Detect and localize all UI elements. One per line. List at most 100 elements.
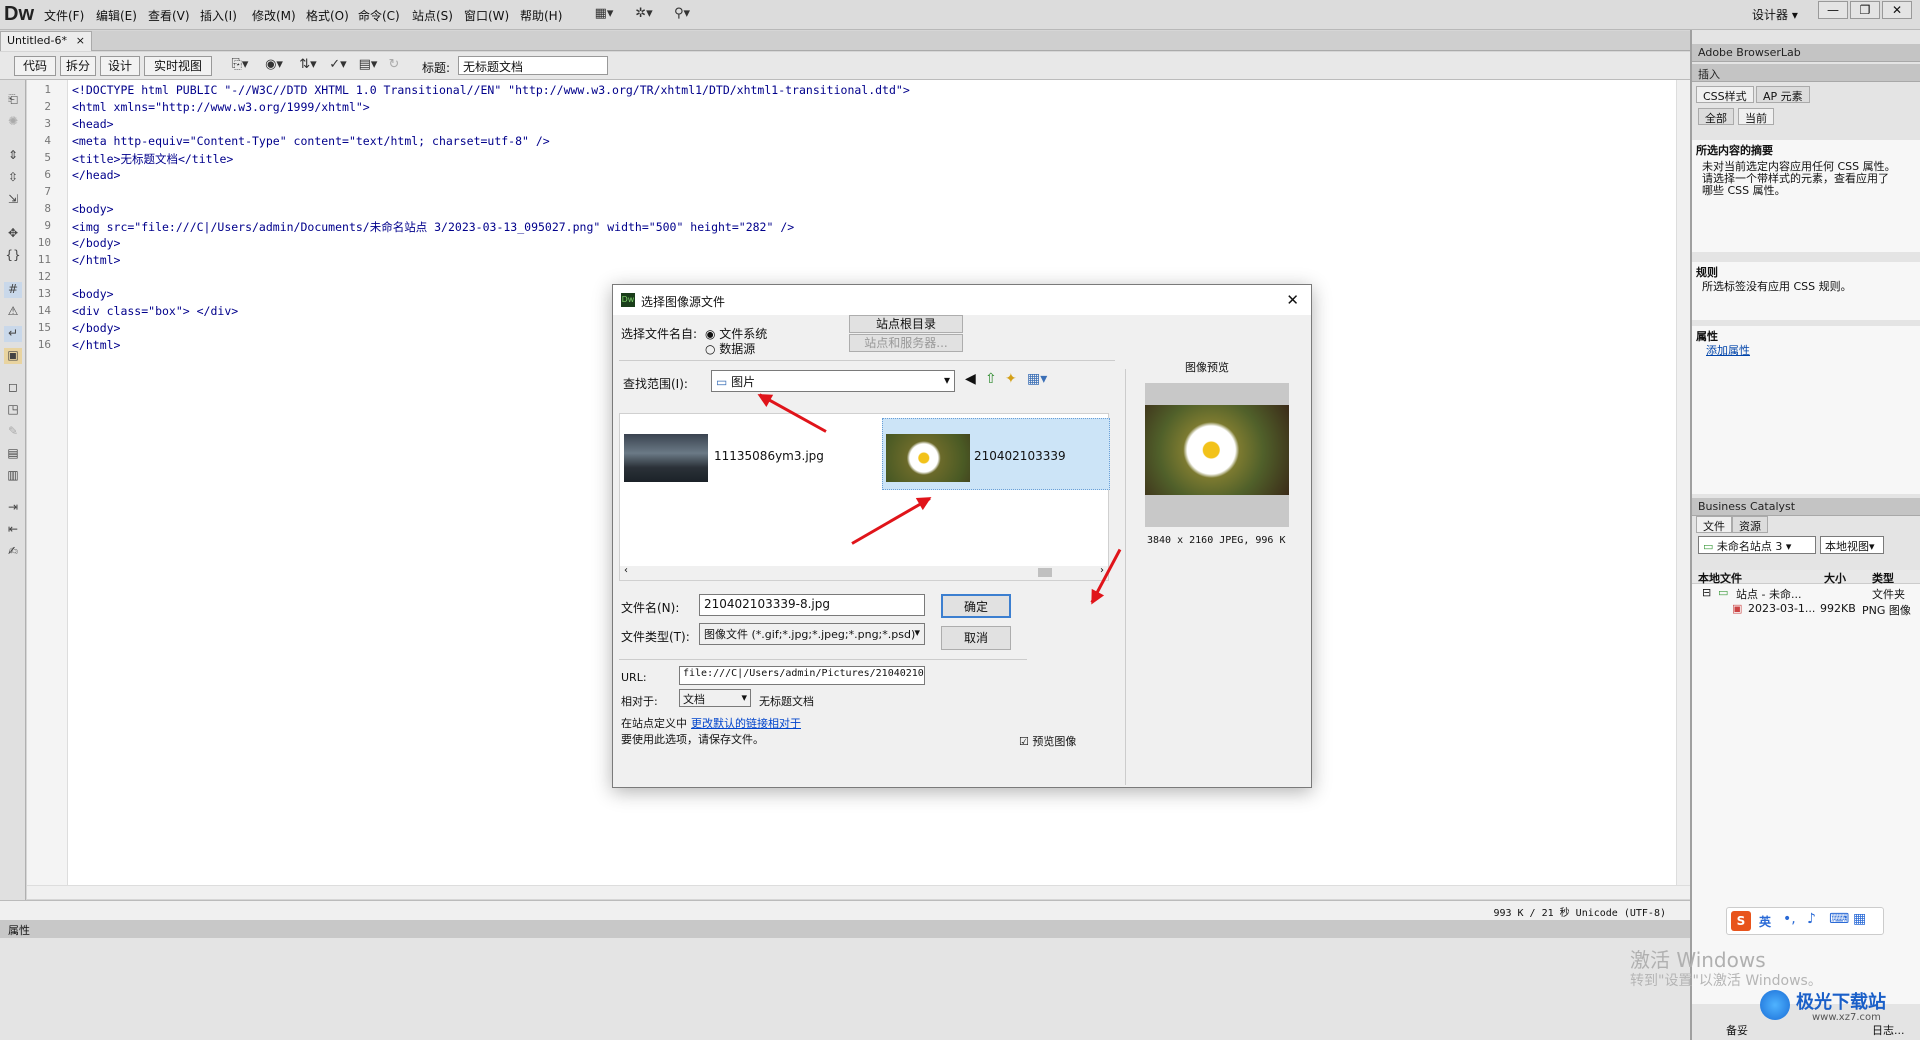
menu-commands[interactable]: 命令(C): [358, 7, 400, 24]
recent-snippets-icon[interactable]: ▤: [4, 446, 22, 462]
ime-toolbar[interactable]: S 英 •, ♪ ⌨ ▦: [1726, 907, 1884, 935]
collapse-tag-icon[interactable]: ⇕: [4, 148, 22, 164]
file-row-name[interactable]: 2023-03-1...: [1748, 602, 1815, 615]
add-property-link[interactable]: 添加属性: [1706, 342, 1750, 358]
file-transfer-icon[interactable]: ⇅▾: [296, 57, 320, 75]
open-documents-icon[interactable]: ⎗: [4, 92, 22, 108]
site-root-button[interactable]: 站点根目录: [849, 315, 963, 333]
site-server-button[interactable]: 站点和服务器...: [849, 334, 963, 352]
editor-vertical-scrollbar[interactable]: [1676, 80, 1690, 885]
indent-icon[interactable]: ⇥: [4, 500, 22, 516]
insert-panel-header[interactable]: 插入: [1692, 64, 1920, 82]
menu-format[interactable]: 格式(O): [306, 7, 349, 24]
menu-file[interactable]: 文件(F): [44, 7, 84, 24]
microphone-icon[interactable]: ♪: [1807, 911, 1816, 927]
filetype-select[interactable]: 图像文件 (*.gif;*.jpg;*.jpeg;*.png;*.psd) ▾: [699, 623, 925, 645]
dialog-close-icon[interactable]: ✕: [1286, 291, 1299, 309]
column-size[interactable]: 大小: [1824, 570, 1846, 586]
format-source-icon[interactable]: ✍: [4, 544, 22, 560]
menu-window[interactable]: 窗口(W): [464, 7, 509, 24]
menu-site[interactable]: 站点(S): [412, 7, 453, 24]
view-select[interactable]: 本地视图▾: [1820, 536, 1884, 554]
back-icon[interactable]: ◀: [965, 371, 976, 387]
remove-comment-icon[interactable]: ◳: [4, 402, 22, 418]
ok-button[interactable]: 确定: [941, 594, 1011, 618]
layout-icon[interactable]: ▦▾: [592, 6, 616, 24]
minimize-button[interactable]: —: [1818, 1, 1848, 19]
file-browser[interactable]: 11135086ym3.jpg 210402103339 ‹ ›: [619, 413, 1110, 581]
tab-assets[interactable]: 资源: [1732, 516, 1768, 533]
tab-current[interactable]: 当前: [1738, 108, 1774, 125]
file-item-name[interactable]: 11135086ym3.jpg: [714, 449, 824, 463]
split-view-button[interactable]: 拆分: [60, 56, 96, 76]
tab-ap-elements[interactable]: AP 元素: [1756, 86, 1810, 103]
properties-panel-header[interactable]: 属性: [0, 920, 1690, 938]
site-select[interactable]: ▭ 未命名站点 3 ▾: [1698, 536, 1816, 554]
show-code-navigator-icon[interactable]: ✺: [4, 114, 22, 130]
code-view-button[interactable]: 代码: [14, 56, 56, 76]
keyboard-icon[interactable]: ⌨: [1829, 911, 1849, 927]
relative-select[interactable]: 文档 ▾: [679, 689, 751, 707]
column-type[interactable]: 类型: [1872, 570, 1894, 586]
preview-browser-icon[interactable]: ◉▾: [262, 57, 286, 75]
filename-input[interactable]: 210402103339-8.jpg: [699, 594, 925, 616]
change-default-link[interactable]: 更改默认的链接相对于: [691, 715, 801, 731]
file-row-name[interactable]: 站点 - 未命...: [1736, 586, 1801, 602]
cancel-button[interactable]: 取消: [941, 626, 1011, 650]
file-browser-scrollbar[interactable]: ‹ ›: [620, 565, 1108, 580]
menu-insert[interactable]: 插入(I): [200, 7, 237, 24]
word-wrap-icon[interactable]: ↵: [4, 326, 22, 342]
live-view-button[interactable]: 实时视图: [144, 56, 212, 76]
expand-icon[interactable]: ⊟: [1702, 586, 1711, 599]
wrap-tag-icon[interactable]: ✎: [4, 424, 22, 440]
browserlab-panel-header[interactable]: Adobe BrowserLab: [1692, 44, 1920, 62]
tab-all[interactable]: 全部: [1698, 108, 1734, 125]
move-css-icon[interactable]: ▥: [4, 468, 22, 484]
document-tab[interactable]: Untitled-6* ×: [0, 31, 92, 51]
visual-aids-icon[interactable]: ▤▾: [356, 57, 380, 75]
punctuation-icon[interactable]: •,: [1783, 911, 1796, 927]
tab-css-styles[interactable]: CSS样式: [1696, 86, 1754, 103]
close-window-button[interactable]: ✕: [1882, 1, 1912, 19]
new-folder-icon[interactable]: ✦: [1005, 371, 1017, 387]
editor-horizontal-scrollbar[interactable]: [27, 885, 1690, 899]
expand-all-icon[interactable]: ⇲: [4, 192, 22, 208]
url-input[interactable]: file:///C|/Users/admin/Pictures/21040210…: [679, 666, 925, 685]
balance-braces-icon[interactable]: {}: [4, 248, 22, 264]
line-numbers-icon[interactable]: #: [4, 282, 22, 298]
file-item-name[interactable]: 210402103339: [974, 449, 1066, 463]
view-menu-icon[interactable]: ▦▾: [1027, 371, 1047, 387]
menu-help[interactable]: 帮助(H): [520, 7, 562, 24]
select-parent-tag-icon[interactable]: ✥: [4, 226, 22, 242]
lookin-select[interactable]: ▭ 图片 ▾: [711, 370, 955, 392]
title-input[interactable]: 无标题文档: [458, 56, 608, 75]
column-local-files[interactable]: 本地文件: [1698, 570, 1742, 586]
file-thumbnail[interactable]: [886, 434, 970, 482]
outdent-icon[interactable]: ⇤: [4, 522, 22, 538]
radio-datasource[interactable]: ○ 数据源: [705, 340, 755, 357]
gear-icon[interactable]: ✲▾: [632, 6, 656, 24]
scroll-right-icon[interactable]: ›: [1100, 565, 1104, 576]
restore-button[interactable]: ❐: [1850, 1, 1880, 19]
workspace-switcher[interactable]: 设计器 ▾: [1752, 6, 1798, 23]
syntax-coloring-icon[interactable]: ▣: [4, 348, 22, 364]
multiscreen-icon[interactable]: ⎘▾: [228, 57, 252, 75]
validate-icon[interactable]: ✓▾: [326, 57, 350, 75]
highlight-invalid-icon[interactable]: ⚠: [4, 304, 22, 320]
collapse-selection-icon[interactable]: ⇳: [4, 170, 22, 186]
menu-view[interactable]: 查看(V): [148, 7, 190, 24]
tab-files[interactable]: 文件: [1696, 516, 1732, 533]
business-catalyst-header[interactable]: Business Catalyst: [1692, 498, 1920, 516]
toolbox-icon[interactable]: ▦: [1853, 911, 1866, 927]
file-thumbnail[interactable]: [624, 434, 708, 482]
menu-edit[interactable]: 编辑(E): [96, 7, 137, 24]
scroll-thumb[interactable]: [1038, 568, 1052, 577]
refresh-icon[interactable]: ↻: [382, 57, 406, 75]
sitemap-icon[interactable]: ⚲▾: [670, 6, 694, 24]
design-view-button[interactable]: 设计: [100, 56, 140, 76]
close-tab-icon[interactable]: ×: [76, 34, 85, 47]
ime-mode-label[interactable]: 英: [1759, 913, 1771, 930]
apply-comment-icon[interactable]: ◻: [4, 380, 22, 396]
menu-modify[interactable]: 修改(M): [252, 7, 296, 24]
up-folder-icon[interactable]: ⇧: [985, 371, 997, 387]
